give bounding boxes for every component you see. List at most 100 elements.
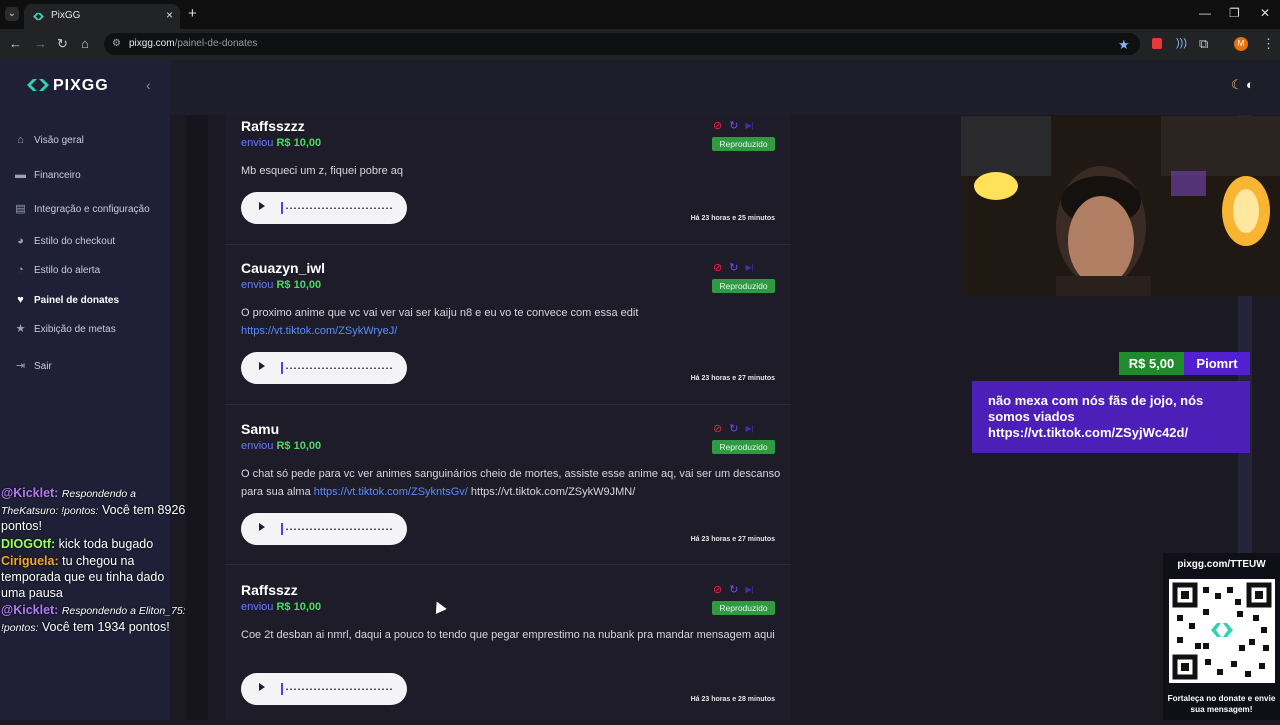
browser-menu-icon[interactable]: ⋮	[1262, 36, 1275, 52]
qr-url: pixgg.com/TTEUW	[1177, 559, 1266, 570]
reload-icon[interactable]: ↻	[57, 36, 68, 52]
webcam-image	[961, 116, 1280, 296]
skip-icon[interactable]: ▶|	[745, 261, 753, 274]
restore-icon[interactable]: ❐	[1229, 6, 1240, 20]
audio-waveform	[285, 207, 393, 209]
pixgg-logo[interactable]: PIXGG	[27, 77, 109, 95]
theme-toggle-icon[interactable]: ◐	[1246, 77, 1254, 92]
replay-icon[interactable]: ↻	[729, 119, 738, 132]
donor-name: Raffsszz	[241, 582, 298, 598]
extensions-puzzle-icon[interactable]: ⧉	[1199, 36, 1208, 52]
audio-progress-bar[interactable]	[281, 523, 283, 535]
status-badge: Reproduzido	[712, 440, 775, 454]
sidebar-item-label: Estilo do checkout	[34, 235, 116, 247]
webcam-overlay	[961, 116, 1280, 296]
alert-username-badge: Piomrt	[1184, 352, 1250, 375]
block-icon[interactable]: ⊘	[713, 422, 722, 435]
card-actions: ⊘ ↻ ▶|	[713, 119, 754, 132]
home-button-icon[interactable]: ⌂	[81, 36, 89, 51]
play-icon[interactable]	[259, 683, 265, 691]
tab-search-button[interactable]: ⌄	[5, 7, 19, 21]
sidebar-item-label: Estilo do alerta	[34, 264, 101, 276]
logout-icon: ⇥	[15, 359, 26, 372]
pixgg-favicon-icon	[33, 12, 44, 21]
chat-username: @Kicklet:	[1, 486, 59, 500]
sidebar-item-integracao[interactable]: ▤ Integração e configuração	[13, 200, 149, 218]
donation-message: Mb esqueci um z, fiquei pobre aq	[241, 165, 404, 177]
donation-time: Há 23 horas e 25 minutos	[690, 215, 775, 222]
audio-player[interactable]	[241, 513, 407, 545]
sidebar-item-sair[interactable]: ⇥ Sair	[13, 357, 52, 375]
donation-card: Raffsszz enviou R$ 10,00 ⊘ ↻ ▶| Reproduzid…	[225, 565, 791, 725]
donation-amount-line: enviou R$ 10,00	[241, 137, 321, 149]
new-tab-button[interactable]: +	[188, 5, 197, 22]
donation-message: O chat só pede para vc ver animes sangui…	[241, 466, 781, 501]
audio-player[interactable]	[241, 352, 407, 384]
extension-icon[interactable]: )))	[1176, 37, 1187, 49]
collapse-sidebar-icon[interactable]: ‹	[146, 77, 151, 93]
play-icon[interactable]	[259, 523, 265, 531]
donation-card: Samu enviou R$ 10,00 ⊘ ↻ ▶| Reproduzido O …	[225, 405, 791, 565]
skip-icon[interactable]: ▶|	[745, 422, 753, 435]
message-text: O proximo anime que vc vai ver vai ser k…	[241, 307, 639, 319]
sent-label: enviou	[241, 137, 274, 149]
skip-icon[interactable]: ▶|	[745, 119, 753, 132]
block-icon[interactable]: ⊘	[713, 583, 722, 596]
audio-progress-bar[interactable]	[281, 202, 283, 214]
back-icon[interactable]: ←	[9, 36, 22, 51]
audio-player[interactable]	[241, 673, 407, 705]
skip-icon[interactable]: ▶|	[745, 583, 753, 596]
sidebar-item-estilo-checkout[interactable]: ◕ Estilo do checkout	[13, 232, 115, 250]
site-info-icon[interactable]: ⚙	[112, 38, 121, 49]
chat-username: @Kicklet:	[1, 603, 59, 618]
wallet-icon: ▬	[15, 168, 26, 181]
address-bar[interactable]: ⚙ pixgg.com/painel-de-donates	[104, 33, 1140, 55]
qr-code	[1169, 579, 1275, 683]
sidebar-item-label: Visão geral	[34, 134, 84, 146]
tab-close-icon[interactable]: ×	[166, 8, 173, 22]
audio-progress-bar[interactable]	[281, 683, 283, 695]
donor-name: Cauazyn_iwl	[241, 260, 326, 276]
close-window-icon[interactable]: ✕	[1260, 6, 1270, 20]
block-icon[interactable]: ⊘	[713, 261, 722, 274]
minimize-icon[interactable]: —	[1199, 6, 1211, 20]
chat-message: DIOGOtf: kick toda bugado	[1, 537, 187, 553]
play-icon[interactable]	[259, 362, 265, 370]
forward-icon[interactable]: →	[34, 36, 47, 51]
status-badge: Reproduzido	[712, 279, 775, 293]
donation-amount-line: enviou R$ 10,00	[241, 279, 321, 291]
message-link[interactable]: https://vt.tiktok.com/ZSykWryeJ/	[241, 325, 397, 337]
alert-message-box: não mexa com nós fãs de jojo, nós somos …	[972, 381, 1250, 453]
sidebar-item-painel-donates[interactable]: ♥ Painel de donates	[13, 291, 119, 309]
settings-icon: ▤	[15, 202, 26, 215]
message-link[interactable]: https://vt.tiktok.com/ZSykntsGv/	[314, 486, 468, 498]
moon-icon[interactable]: ☾	[1231, 77, 1243, 93]
sidebar-item-label: Sair	[34, 360, 52, 372]
replay-icon[interactable]: ↻	[729, 422, 738, 435]
replay-icon[interactable]: ↻	[729, 261, 738, 274]
sidebar-item-visao-geral[interactable]: ⌂ Visão geral	[13, 131, 84, 149]
donation-card: Raffsszzz enviou R$ 10,00 ⊘ ↻ ▶| Reproduzi…	[225, 85, 791, 245]
url-path: /painel-de-donates	[174, 38, 258, 49]
donation-amount: R$ 10,00	[276, 137, 322, 149]
browser-tab[interactable]: PixGG ×	[24, 4, 180, 29]
replay-icon[interactable]: ↻	[729, 583, 738, 596]
status-badge: Reproduzido	[712, 601, 775, 615]
pixgg-logo-icon	[27, 79, 49, 91]
bookmark-star-icon[interactable]: ★	[1118, 37, 1130, 53]
sidebar-item-financeiro[interactable]: ▬ Financeiro	[13, 166, 81, 184]
audio-progress-bar[interactable]	[281, 362, 283, 374]
donor-name: Samu	[241, 421, 280, 437]
extension-icon[interactable]	[1152, 38, 1162, 49]
sent-label: enviou	[241, 601, 274, 613]
card-actions: ⊘ ↻ ▶|	[713, 583, 754, 596]
audio-player[interactable]	[241, 192, 407, 224]
sidebar-item-exibicao-metas[interactable]: ★ Exibição de metas	[13, 320, 116, 338]
block-icon[interactable]: ⊘	[713, 119, 722, 132]
donation-amount-line: enviou R$ 10,00	[241, 440, 321, 452]
donation-message: O proximo anime que vc vai ver vai ser k…	[241, 305, 781, 340]
play-icon[interactable]	[259, 202, 265, 210]
profile-avatar[interactable]: M	[1234, 37, 1248, 51]
chat-message: Ciriguela: tu chegou na temporada que eu…	[1, 554, 187, 601]
sidebar-item-estilo-alerta[interactable]: ◔ Estilo do alerta	[13, 261, 100, 279]
